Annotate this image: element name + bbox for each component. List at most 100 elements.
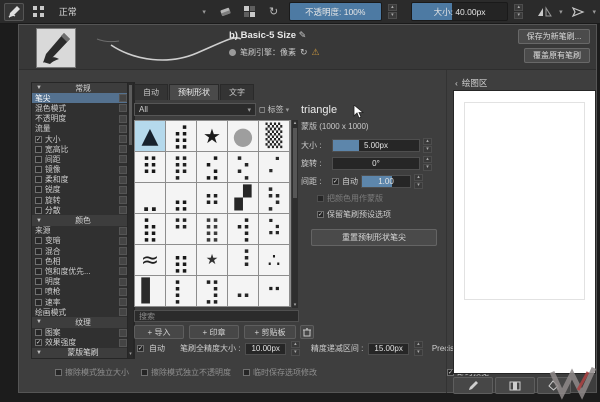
size-stepper[interactable]: ▴ ▾ xyxy=(514,3,524,20)
brush-tip-thumbnail[interactable]: ● xyxy=(228,121,258,151)
options-list-item[interactable]: 锐度 xyxy=(32,185,134,195)
tip-spacing-stepper[interactable]: ▴ ▾ xyxy=(414,173,423,190)
options-list-item[interactable]: ✓ 大小 xyxy=(32,134,134,144)
brush-tip-thumbnail[interactable]: ⠒ xyxy=(259,276,289,306)
current-brush-preset-button[interactable] xyxy=(4,2,24,21)
options-list-item[interactable]: 明度 xyxy=(32,277,134,287)
brush-tip-thumbnail[interactable]: ⣹ xyxy=(197,276,227,306)
options-list-item[interactable]: 图案 xyxy=(32,328,134,338)
brush-tip-thumbnail[interactable]: ⣾ xyxy=(166,121,196,151)
reload-engine-icon[interactable]: ↻ xyxy=(300,47,308,58)
brush-tip-thumbnail[interactable]: ⠛ xyxy=(166,214,196,244)
eraser-mode-icon[interactable] xyxy=(217,3,235,21)
option-checkbox[interactable] xyxy=(35,267,42,275)
option-checkbox[interactable] xyxy=(35,237,42,245)
options-list-item[interactable]: 速率 xyxy=(32,297,134,307)
brush-tip-thumbnail[interactable]: ⡿ xyxy=(166,152,196,182)
options-list-item[interactable]: 不透明度 xyxy=(32,114,134,124)
opacity-slider[interactable]: 不透明度: 100% xyxy=(288,2,382,21)
brush-tip-thumbnail[interactable]: ⠸ xyxy=(228,245,258,275)
option-checkbox[interactable] xyxy=(35,186,42,194)
brush-tip-thumbnail[interactable]: ⡇ xyxy=(166,276,196,306)
option-checkbox[interactable] xyxy=(35,288,42,296)
spacing-auto-checkbox[interactable]: ✓ xyxy=(332,178,339,185)
tip-size-stepper[interactable]: ▴ ▾ xyxy=(423,137,432,154)
use-color-mask-checkbox[interactable] xyxy=(317,195,324,202)
option-checkbox[interactable] xyxy=(35,176,42,184)
options-list-item[interactable]: 流量 xyxy=(32,124,134,134)
option-checkbox[interactable] xyxy=(35,196,42,204)
stamp-button[interactable]: + 印章 xyxy=(189,325,239,339)
tip-filter-combo[interactable]: All ▾ xyxy=(134,103,256,116)
options-section-header[interactable]: ▼ 常规 xyxy=(32,83,134,94)
fade-interval-field[interactable]: 15.00px xyxy=(368,342,409,355)
tab-2[interactable]: 预制形状 xyxy=(169,84,219,100)
clipboard-button[interactable]: + 剪贴板 xyxy=(244,325,296,339)
eraser-opacity-checkbox[interactable] xyxy=(141,369,148,376)
tab-1[interactable]: 自动 xyxy=(134,84,168,100)
options-list-item[interactable]: 绘画模式 xyxy=(32,307,134,317)
eraser-size-checkbox[interactable] xyxy=(55,369,62,376)
brush-tip-thumbnail[interactable]: ⢺ xyxy=(228,214,258,244)
options-list-scrollbar[interactable]: ▾ xyxy=(127,82,134,359)
brush-tip-thumbnail[interactable]: ★ xyxy=(197,245,227,275)
precision-auto-checkbox[interactable]: ✓ xyxy=(137,345,144,352)
delete-tip-button[interactable] xyxy=(300,325,314,339)
options-list-item[interactable]: 笔尖 xyxy=(32,93,134,104)
options-list-item[interactable]: 色相 xyxy=(32,256,134,266)
option-checkbox[interactable] xyxy=(35,166,42,174)
tip-spacing-slider[interactable]: 1.00 xyxy=(361,175,411,188)
rename-pencil-icon[interactable]: ✎ xyxy=(299,30,307,40)
save-new-brush-button[interactable]: 保存为新笔刷... xyxy=(518,29,590,44)
brush-tip-thumbnail[interactable]: ⠤ xyxy=(228,276,258,306)
size-slider[interactable]: 大小: 40.00px xyxy=(410,2,509,21)
options-list-item[interactable]: 变暗 xyxy=(32,236,134,246)
option-checkbox[interactable] xyxy=(35,298,42,306)
brush-tip-thumbnail[interactable]: ≈ xyxy=(135,245,165,275)
keep-preset-checkbox[interactable]: ✓ xyxy=(317,211,324,218)
tip-size-slider[interactable]: 5.00px xyxy=(332,139,420,152)
flow-options-caret[interactable]: ▾ xyxy=(593,8,597,16)
brush-tip-thumbnail[interactable]: ⠿ xyxy=(135,152,165,182)
brush-tip-thumbnail[interactable]: ⠌ xyxy=(259,152,289,182)
option-checkbox[interactable] xyxy=(35,257,42,265)
collapse-left-icon[interactable]: ‹ xyxy=(455,78,458,88)
full-precision-stepper[interactable]: ▴ ▾ xyxy=(290,340,300,357)
brush-tip-thumbnail[interactable]: ▞ xyxy=(228,183,258,213)
brush-tip-thumbnail[interactable]: ⣷ xyxy=(135,214,165,244)
tip-search-input[interactable]: 搜索 xyxy=(134,310,299,322)
tip-rotate-field[interactable]: 0° xyxy=(332,157,420,170)
brush-tip-thumbnail[interactable]: ⣿ xyxy=(197,214,227,244)
brush-tip-thumbnail[interactable]: ⣀ xyxy=(135,183,165,213)
options-section-header[interactable]: ▼ 颜色 xyxy=(32,215,134,226)
brush-tip-thumbnail[interactable]: ★ xyxy=(197,121,227,151)
temp-save-checkbox[interactable] xyxy=(243,369,250,376)
brush-tip-thumbnail[interactable]: ⢕ xyxy=(228,152,258,182)
scratchpad-canvas[interactable] xyxy=(453,90,596,374)
options-list-item[interactable]: 喷枪 xyxy=(32,287,134,297)
blending-mode-combo[interactable]: 正常 ▾ xyxy=(54,3,211,21)
reload-preset-icon[interactable]: ↻ xyxy=(265,3,283,21)
tip-rotate-stepper[interactable]: ▴ ▾ xyxy=(423,155,432,172)
brush-tip-thumbnail[interactable]: ▲ xyxy=(135,121,165,151)
tab-3[interactable]: 文字 xyxy=(220,84,254,100)
opacity-stepper[interactable]: ▴ ▾ xyxy=(387,3,397,20)
option-checkbox[interactable] xyxy=(35,278,42,286)
options-list-item[interactable]: ✓ 效果强度 xyxy=(32,338,134,348)
reset-tip-button[interactable]: 重置预制形状笔尖 xyxy=(311,229,437,246)
brush-tip-thumbnail[interactable]: ⣤ xyxy=(166,183,196,213)
option-checkbox[interactable]: ✓ xyxy=(35,339,42,347)
option-checkbox[interactable] xyxy=(35,206,42,214)
mirror-options-caret[interactable]: ▾ xyxy=(559,8,563,16)
options-list-item[interactable]: 来源 xyxy=(32,226,134,236)
options-list-item[interactable]: 宽高比 xyxy=(32,144,134,154)
scratchpad-gradient-button[interactable] xyxy=(495,377,535,394)
brush-presets-grid-icon[interactable] xyxy=(30,3,48,21)
option-checkbox[interactable] xyxy=(35,247,42,255)
fade-interval-stepper[interactable]: ▴ ▾ xyxy=(413,340,423,357)
options-list-item[interactable]: 饱和度优先... xyxy=(32,266,134,276)
option-checkbox[interactable]: ✓ xyxy=(35,135,42,143)
brush-tip-thumbnail[interactable]: ⣶ xyxy=(166,245,196,275)
option-checkbox[interactable] xyxy=(35,329,42,337)
options-list-item[interactable]: 混色模式 xyxy=(32,103,134,113)
